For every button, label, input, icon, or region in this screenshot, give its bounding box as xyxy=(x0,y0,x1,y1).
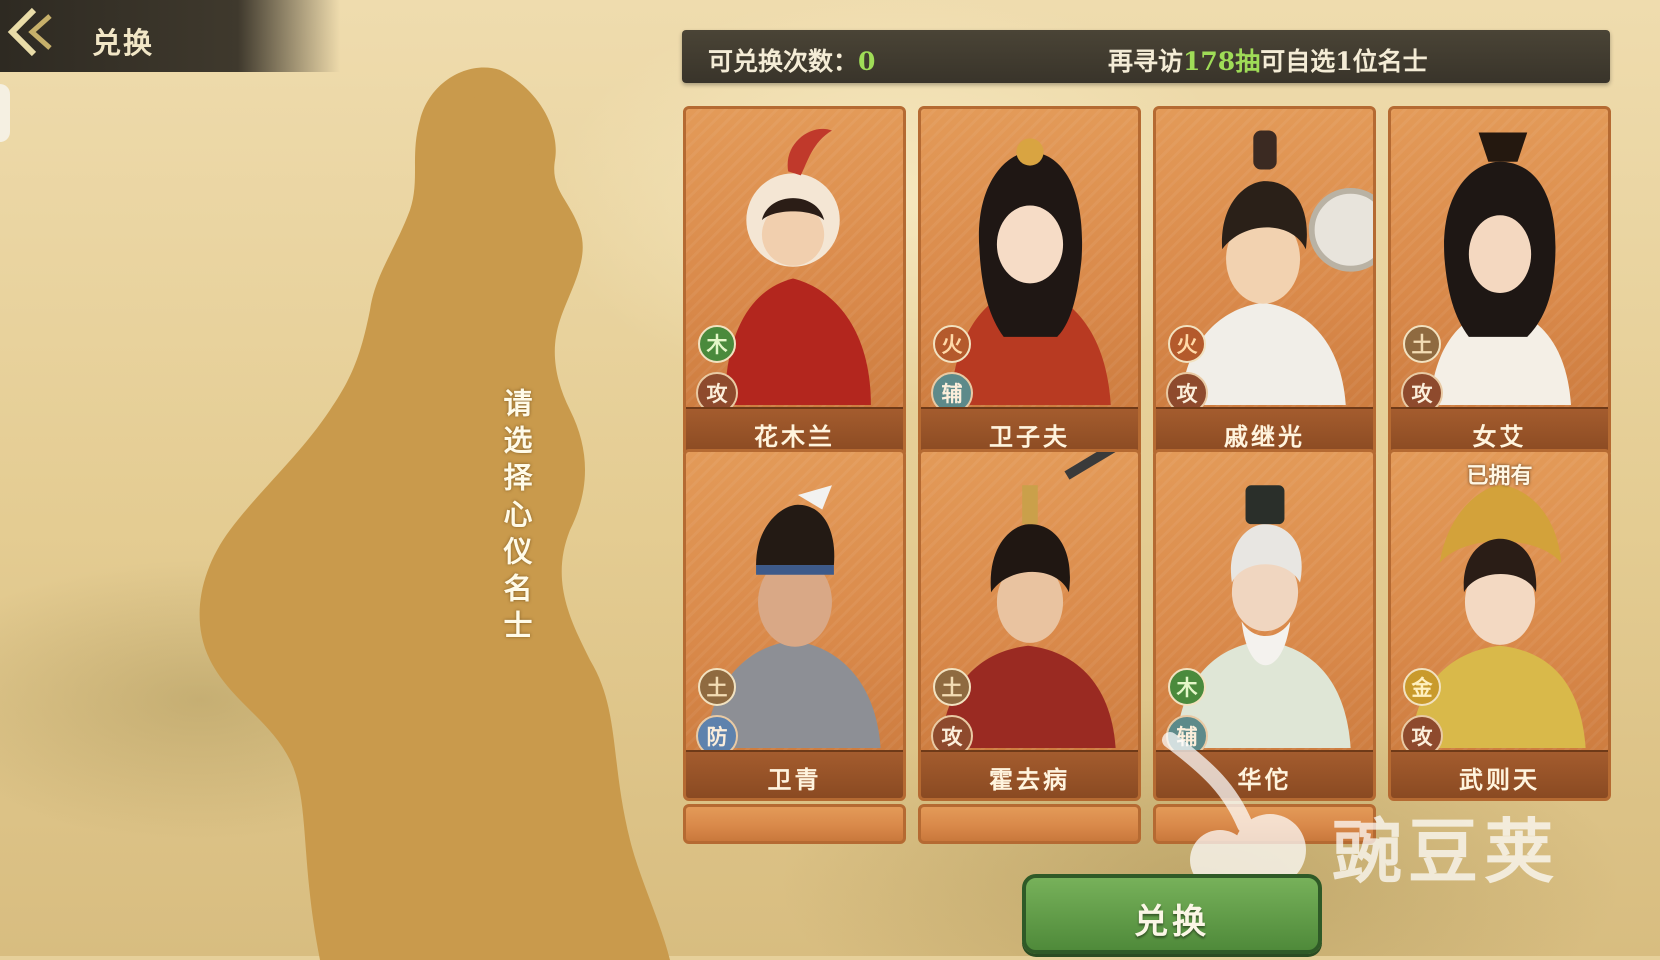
character-card[interactable]: 土 攻 女艾 xyxy=(1388,106,1611,458)
character-card[interactable]: 土 攻 霍去病 xyxy=(918,449,1141,801)
character-name: 戚继光 xyxy=(1224,422,1305,451)
visit-hint: 再寻访178抽可自选1位名士 xyxy=(1108,42,1428,78)
character-portrait xyxy=(705,485,881,748)
character-card[interactable]: 火 攻 戚继光 xyxy=(1153,106,1376,458)
element-fire-icon: 火 xyxy=(1168,325,1206,363)
character-name: 卫青 xyxy=(767,765,822,794)
visit-prefix: 再寻访 xyxy=(1108,47,1184,76)
element-fire-icon: 火 xyxy=(933,325,971,363)
character-card[interactable]: 土 防 卫青 xyxy=(683,449,906,801)
character-name: 霍去病 xyxy=(989,765,1070,794)
exchange-button[interactable]: 兑换 xyxy=(1022,874,1322,954)
prompt-text: 请选择心仪名士 xyxy=(499,388,533,647)
name-plate: 女艾 xyxy=(1391,407,1608,455)
name-plate: 霍去病 xyxy=(921,750,1138,798)
page-title: 兑换 xyxy=(92,26,155,60)
character-portrait xyxy=(1429,132,1572,405)
exchange-button-label: 兑换 xyxy=(1134,902,1210,942)
character-portrait xyxy=(950,138,1111,405)
element-gold-icon: 金 xyxy=(1403,668,1441,706)
select-prompt: 请选择心仪名士 xyxy=(497,388,537,647)
character-card-partial[interactable] xyxy=(918,804,1141,844)
character-card[interactable]: 木 攻 花木兰 xyxy=(683,106,906,458)
exchange-info-bar: 可兑换次数：0 再寻访178抽可自选1位名士 xyxy=(682,30,1610,83)
visit-number: 178抽 xyxy=(1183,47,1261,76)
character-silhouette xyxy=(199,67,670,960)
character-portrait xyxy=(1180,130,1373,405)
side-handle[interactable] xyxy=(0,84,10,142)
character-card[interactable]: 火 辅 卫子夫 xyxy=(918,106,1141,458)
owned-label: 已拥有 xyxy=(1466,463,1533,489)
character-card-partial[interactable] xyxy=(683,804,906,844)
character-portrait xyxy=(1175,485,1351,748)
back-arrow-icon[interactable] xyxy=(4,4,62,60)
name-plate: 花木兰 xyxy=(686,407,903,455)
element-earth-icon: 土 xyxy=(1403,325,1441,363)
element-earth-icon: 土 xyxy=(933,668,971,706)
exchange-count-value: 0 xyxy=(858,47,876,76)
character-portrait xyxy=(940,452,1116,748)
top-header-bar: 兑换 xyxy=(0,0,340,72)
watermark-text: 豌豆荚 xyxy=(1332,811,1560,893)
character-name: 卫子夫 xyxy=(989,422,1070,451)
element-earth-icon: 土 xyxy=(698,668,736,706)
name-plate: 卫子夫 xyxy=(921,407,1138,455)
element-wood-icon: 木 xyxy=(698,325,736,363)
name-plate: 戚继光 xyxy=(1156,407,1373,455)
character-portrait xyxy=(1410,485,1586,748)
exchange-count-label: 可兑换次数： xyxy=(708,47,859,76)
character-name: 女艾 xyxy=(1472,422,1527,451)
character-name: 花木兰 xyxy=(754,422,835,451)
element-wood-icon: 木 xyxy=(1168,668,1206,706)
character-portrait xyxy=(724,128,871,405)
name-plate: 卫青 xyxy=(686,750,903,798)
exchange-count: 可兑换次数：0 xyxy=(708,42,875,78)
visit-suffix: 可自选1位名士 xyxy=(1260,47,1428,76)
